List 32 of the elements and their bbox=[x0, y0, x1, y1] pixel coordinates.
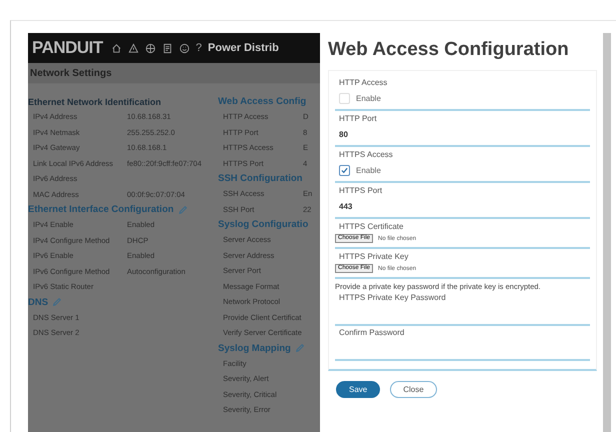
scrollbar[interactable] bbox=[603, 33, 611, 432]
field-label: HTTPS Port bbox=[339, 186, 384, 195]
dialog-title: Web Access Configuration bbox=[328, 38, 570, 62]
section-heading: SSH Configuration bbox=[218, 173, 302, 184]
close-button[interactable]: Close bbox=[390, 381, 437, 398]
field-label: HTTP Port bbox=[339, 114, 378, 123]
section-heading: Ethernet Interface Configuration bbox=[28, 204, 174, 215]
field-label: HTTPS Private Key Password bbox=[339, 293, 447, 302]
section-heading: Web Access Config bbox=[218, 96, 306, 107]
section-heading: Syslog Mapping bbox=[218, 342, 291, 354]
checkbox[interactable] bbox=[339, 164, 350, 176]
checkbox-label: Enable bbox=[356, 94, 381, 102]
field-label: HTTP Access bbox=[339, 78, 388, 87]
globe-icon[interactable] bbox=[144, 42, 156, 54]
field-label: Confirm Password bbox=[339, 328, 406, 337]
section-heading: DNS bbox=[28, 296, 48, 308]
app-title: Power Distrib bbox=[208, 42, 279, 54]
section-heading: Ethernet Network Identification bbox=[28, 96, 162, 106]
field-label: HTTPS Access bbox=[339, 150, 394, 159]
logo: PANDUIT bbox=[32, 38, 103, 58]
home-icon[interactable] bbox=[110, 42, 122, 54]
field-label: HTTPS Certificate bbox=[338, 222, 404, 231]
field-label: HTTPS Private Key bbox=[338, 252, 410, 261]
check-icon bbox=[340, 166, 349, 174]
help-link[interactable]: ? bbox=[196, 42, 202, 54]
checkbox-label: Enable bbox=[356, 166, 381, 174]
page-title: Network Settings bbox=[30, 68, 112, 78]
document-icon[interactable] bbox=[162, 42, 173, 54]
smiley-icon[interactable] bbox=[178, 42, 190, 54]
warning-icon[interactable] bbox=[128, 42, 139, 54]
section-heading: Syslog Configuratio bbox=[218, 219, 308, 230]
save-button[interactable]: Save bbox=[336, 381, 380, 398]
